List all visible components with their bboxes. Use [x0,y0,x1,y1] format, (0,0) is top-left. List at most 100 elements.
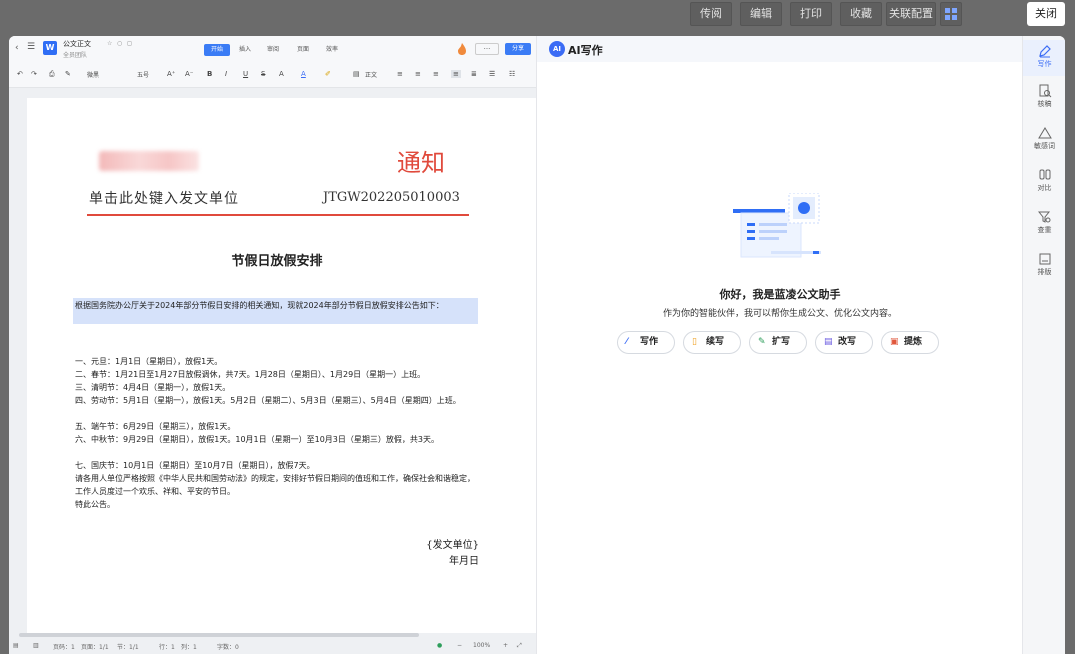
ai-panel-header: AI AI写作 [537,36,1023,62]
expand-button-label: 扩写 [772,337,791,347]
grid-icon[interactable] [940,2,962,26]
write-button-label: 写作 [640,337,659,347]
rail-item-write[interactable]: 写作 [1023,40,1065,76]
list-item: 一、元旦：1月1日（星期日），放假1天。 [75,357,223,366]
align-justify-icon[interactable]: ≡ [451,70,461,78]
more-button[interactable]: ··· [475,43,499,55]
underline-icon[interactable]: U [243,70,248,78]
main-window: ‹ ☰ W 公文正文 全员团队 ☆ ○ ◻ 开始 插入 审阅 页面 效率 ···… [9,36,1065,654]
pen-icon: ✎ [758,337,766,347]
compare-icon [1039,169,1050,180]
red-divider [87,214,469,216]
rewrite-button[interactable]: ▤ 改写 [815,331,873,354]
extract-button[interactable]: ▣ 提炼 [881,331,939,354]
font-effect-icon[interactable]: A [279,70,284,78]
row-indicator: 行：1 [159,644,175,651]
rail-item-proofread[interactable]: 核稿 [1023,84,1065,109]
align-center-icon[interactable]: ≡ [415,70,421,78]
doc-info-icon[interactable]: ▥ [33,642,39,649]
tab-start[interactable]: 开始 [204,44,230,56]
doc-app-icon: W [43,41,57,55]
undo-icon[interactable]: ↶ [17,70,23,78]
distribute-icon[interactable]: ≣ [471,70,477,78]
link-config-button[interactable]: 关联配置 [886,2,936,26]
continue-button[interactable]: ▯ 续写 [683,331,741,354]
list-item: 五、端午节：6月29日（星期三），放假1天。 [75,422,236,431]
layout-icon [1039,253,1050,265]
tab-insert[interactable]: 插入 [234,44,256,56]
edit-button[interactable]: 编辑 [740,2,782,26]
tab-review[interactable]: 审阅 [262,44,284,56]
font-shrink-icon[interactable]: A⁻ [185,70,193,78]
col-indicator: 列：1 [181,644,197,651]
zoom-in-icon[interactable]: + [503,642,508,649]
list-item: 三、清明节：4月4日（星期一），放假1天。 [75,383,231,392]
extract-button-label: 提炼 [904,337,923,347]
signoff-unit: {发文单位} [426,540,479,551]
fit-icon[interactable]: ⤢ [517,642,522,650]
horizontal-scrollbar[interactable] [19,633,419,637]
style-select[interactable]: 正文 [365,70,377,79]
favorite-button[interactable]: 收藏 [840,2,882,26]
list-item: 六、中秋节：9月29日（星期日），放假1天。10月1日（星期一）至10月3日（星… [75,435,439,444]
circulate-button[interactable]: 传阅 [690,2,732,26]
ai-greeting: 你好，我是蓝凌公文助手 [719,288,841,301]
line-spacing-icon[interactable]: ☰ [489,70,495,78]
status-bar: ▤ ▥ 页码：1 页面：1/1 节：1/1 行：1 列：1 字数：0 ● − 1… [9,640,536,654]
zoom-out-icon[interactable]: − [457,642,462,649]
highlight-color-icon[interactable]: ✐ [325,70,331,78]
style-icon[interactable]: ▤ [353,70,360,78]
word-count: 字数：0 [217,644,239,651]
continue-button-label: 续写 [706,337,725,347]
page-count: 页面：1/1 [81,644,109,651]
pen-icon [1038,45,1051,58]
write-button[interactable]: ⁄ 写作 [617,331,675,354]
expand-button[interactable]: ✎ 扩写 [749,331,807,354]
menu-icon[interactable]: ☰ [27,42,35,52]
rail-item-duplicate-check[interactable]: 查重 [1023,210,1065,235]
outline-icon[interactable]: ▤ [13,642,19,649]
strikethrough-icon[interactable]: S [261,70,265,78]
close-button[interactable]: 关闭 [1027,2,1065,26]
list-item: 四、劳动节：5月1日（星期一），放假1天。5月2日（星期二）、5月3日（星期三）… [75,396,461,405]
tab-efficiency[interactable]: 效率 [321,44,343,56]
tab-page[interactable]: 页面 [292,44,314,56]
zoom-level[interactable]: 100% [473,642,490,649]
signoff-block: {发文单位} 年月日 [419,538,479,570]
blurred-logo [99,151,199,171]
align-left-icon[interactable]: ≡ [397,70,403,78]
flame-icon [457,41,467,55]
list-icon[interactable]: ☷ [509,70,515,78]
list-item: 二、春节：1月21日至1月27日放假调休，共7天。1月28日（星期日）、1月29… [75,370,426,379]
rail-item-compare[interactable]: 对比 [1023,168,1065,193]
align-right-icon[interactable]: ≡ [433,70,439,78]
document-editor: ‹ ☰ W 公文正文 全员团队 ☆ ○ ◻ 开始 插入 审阅 页面 效率 ···… [9,36,536,654]
cloud-icon: ○ [117,40,123,47]
star-icon[interactable]: ☆ [107,40,112,47]
font-grow-icon[interactable]: A⁺ [167,70,175,78]
info-icon[interactable]: ◻ [127,40,132,47]
ai-illustration [733,192,823,263]
filter-search-icon [1037,211,1050,223]
print-button[interactable]: 打印 [790,2,832,26]
redo-icon[interactable]: ↷ [31,70,37,78]
size-select[interactable]: 五号 [137,70,149,79]
font-color-icon[interactable]: A [301,70,306,78]
intro-paragraph: 根据国务院办公厅关于2024年部分节假日安排的相关通知，现就2024年部分节假日… [75,301,444,310]
rail-item-sensitive-words[interactable]: 敏感词 [1023,126,1065,151]
back-icon[interactable]: ‹ [15,43,19,53]
rail-label: 敏感词 [1034,142,1055,150]
print-icon[interactable]: ⎙ [49,70,55,79]
format-painter-icon[interactable]: ✎ [65,70,71,78]
doc-name[interactable]: 公文正文 [63,39,91,49]
rail-label: 排版 [1037,268,1052,276]
font-select[interactable]: 微黑 [87,70,99,79]
italic-icon[interactable]: I [225,70,227,78]
issuing-unit-placeholder[interactable]: 单击此处键入发文单位 [89,188,239,208]
document-page[interactable]: 通知 单击此处键入发文单位 JTGW202205010003 节假日放假安排 根… [27,98,536,633]
share-button[interactable]: 分享 [505,43,531,55]
ai-greeting-subtitle: 作为你的智能伙伴，我可以帮你生成公文、优化公文内容。 [662,309,897,319]
bold-icon[interactable]: B [207,70,212,78]
rail-label: 查重 [1037,226,1052,234]
rail-item-layout[interactable]: 排版 [1023,252,1065,277]
